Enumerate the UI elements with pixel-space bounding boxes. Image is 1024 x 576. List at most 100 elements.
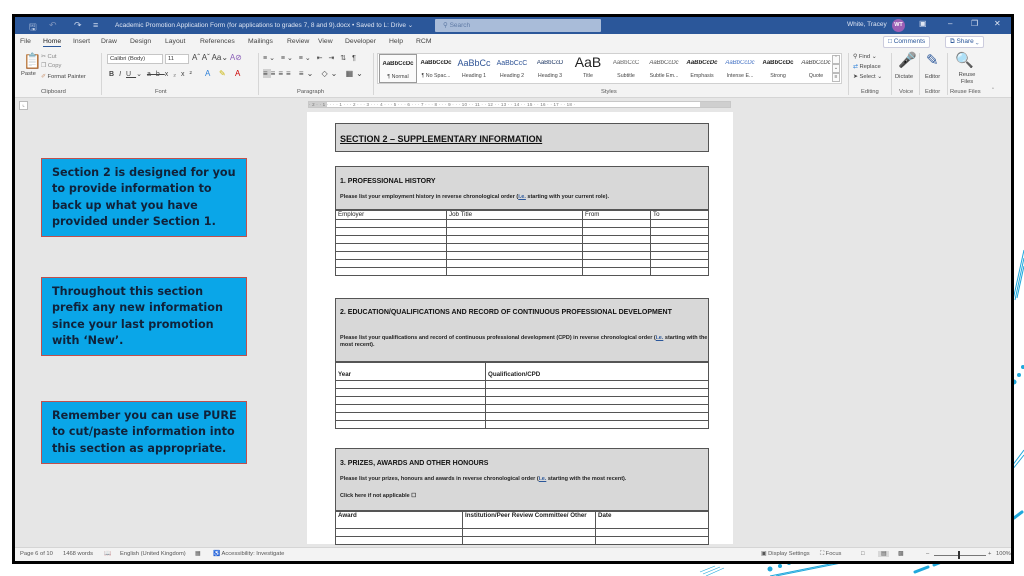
- redo-icon[interactable]: ↷: [74, 20, 82, 31]
- style-heading-1[interactable]: AaBbCc Heading 1: [455, 54, 493, 83]
- comments-button[interactable]: □ Comments: [883, 36, 931, 48]
- reuse-files-icon[interactable]: 🔍: [955, 51, 974, 69]
- replace-button[interactable]: ⇄ Replace: [853, 64, 881, 70]
- table-cell[interactable]: [446, 259, 583, 268]
- page-count[interactable]: Page 6 of 10: [20, 551, 53, 557]
- gallery-scroll-down[interactable]: ⌄: [832, 64, 840, 73]
- read-mode-icon[interactable]: □: [861, 551, 865, 557]
- vertical-scrollbar[interactable]: [740, 112, 746, 544]
- zoom-level[interactable]: 100%: [996, 551, 1011, 557]
- tab-layout[interactable]: Layout: [165, 38, 185, 45]
- word-count[interactable]: 1468 words: [63, 551, 93, 557]
- table-cell[interactable]: [650, 267, 709, 276]
- restore-icon[interactable]: ❐: [971, 19, 978, 28]
- tab-developer[interactable]: Developer: [345, 38, 376, 45]
- table-cell[interactable]: [485, 396, 709, 405]
- table-cell[interactable]: [582, 251, 651, 260]
- table-cell[interactable]: [446, 235, 583, 244]
- select-button[interactable]: ➤ Select ⌄: [853, 74, 882, 80]
- table-cell[interactable]: [650, 243, 709, 252]
- table-cell[interactable]: [335, 243, 447, 252]
- share-button[interactable]: ⧉ Share ⌄: [945, 36, 984, 48]
- table-cell[interactable]: [335, 267, 447, 276]
- alignment-buttons[interactable]: ≡≡≡≡ ≡⌄ ◇⌄ ▦⌄: [263, 69, 366, 78]
- gallery-more[interactable]: ≡: [832, 73, 840, 82]
- style-strong[interactable]: AaBbCcDc Strong: [759, 54, 797, 83]
- style-quote[interactable]: AaBbCcDc Quote: [797, 54, 835, 83]
- table-cell[interactable]: [335, 380, 486, 389]
- table-cell[interactable]: [650, 259, 709, 268]
- tab-view[interactable]: View: [318, 38, 333, 45]
- table-cell[interactable]: [335, 404, 486, 413]
- tab-insert[interactable]: Insert: [73, 38, 90, 45]
- table-cell[interactable]: [582, 219, 651, 228]
- zoom-slider[interactable]: [934, 555, 986, 556]
- editor-icon[interactable]: ✎: [926, 51, 939, 69]
- table-cell[interactable]: [335, 388, 486, 397]
- print-layout-icon[interactable]: ▤: [878, 551, 890, 557]
- style-normal[interactable]: AaBbCcDc ¶ Normal: [379, 54, 417, 83]
- style-heading-3[interactable]: AaBbCcD Heading 3: [531, 54, 569, 83]
- font-name-select[interactable]: Calibri (Body): [107, 54, 163, 64]
- dictate-button[interactable]: Dictate: [895, 74, 913, 80]
- collapse-ribbon-icon[interactable]: ˆ: [992, 88, 994, 94]
- format-painter-button[interactable]: ✐ Format Painter: [41, 74, 86, 80]
- text-effects-icon[interactable]: A: [205, 69, 210, 78]
- tab-draw[interactable]: Draw: [101, 38, 117, 45]
- table-cell[interactable]: [462, 528, 596, 537]
- table-cell[interactable]: [335, 528, 463, 537]
- font-color-icon[interactable]: A: [235, 69, 240, 78]
- table-cell[interactable]: [335, 227, 447, 236]
- tab-mailings[interactable]: Mailings: [248, 38, 273, 45]
- table-cell[interactable]: [485, 420, 709, 429]
- table-cell[interactable]: [335, 259, 447, 268]
- table-cell[interactable]: [582, 243, 651, 252]
- font-format-buttons[interactable]: BIU⌄abx₂x²: [109, 70, 197, 78]
- track-changes-icon[interactable]: ▦: [195, 551, 200, 557]
- not-applicable-checkbox[interactable]: Click here if not applicable ☐: [340, 493, 416, 500]
- table-cell[interactable]: [335, 396, 486, 405]
- accessibility-status[interactable]: ♿ Accessibility: Investigate: [213, 551, 284, 557]
- font-size-select[interactable]: 11: [165, 54, 189, 64]
- style-heading-2[interactable]: AaBbCcC Heading 2: [493, 54, 531, 83]
- zoom-in-button[interactable]: +: [988, 551, 991, 557]
- style-no-spacing[interactable]: AaBbCcDc ¶ No Spac...: [417, 54, 455, 83]
- tab-design[interactable]: Design: [130, 38, 151, 45]
- style-subtle-emphasis[interactable]: AaBbCcDc Subtle Em...: [645, 54, 683, 83]
- find-button[interactable]: ⚲ Find ⌄: [853, 54, 877, 60]
- editor-button[interactable]: Editor: [925, 74, 940, 80]
- minimize-icon[interactable]: –: [948, 19, 952, 28]
- tab-help[interactable]: Help: [389, 38, 403, 45]
- table-cell[interactable]: [485, 404, 709, 413]
- highlight-icon[interactable]: ✎: [219, 69, 226, 78]
- document-title[interactable]: Academic Promotion Application Form (for…: [115, 21, 413, 29]
- table-cell[interactable]: [446, 251, 583, 260]
- table-cell[interactable]: [335, 420, 486, 429]
- proofing-icon[interactable]: 📖: [104, 551, 111, 557]
- table-cell[interactable]: [595, 536, 709, 545]
- tab-file[interactable]: File: [20, 38, 31, 45]
- table-cell[interactable]: [485, 412, 709, 421]
- table-cell[interactable]: [650, 219, 709, 228]
- table-cell[interactable]: [335, 235, 447, 244]
- reuse-files-button[interactable]: Reuse Files: [953, 72, 981, 86]
- table-cell[interactable]: [462, 536, 596, 545]
- microphone-icon[interactable]: 🎤: [898, 51, 917, 69]
- tab-review[interactable]: Review: [287, 38, 309, 45]
- style-title[interactable]: AaB Title: [569, 54, 607, 83]
- tab-rcm[interactable]: RCM: [416, 38, 431, 45]
- table-cell[interactable]: [446, 227, 583, 236]
- table-cell[interactable]: [335, 219, 447, 228]
- zoom-slider-thumb[interactable]: [958, 551, 960, 559]
- table-cell[interactable]: [650, 251, 709, 260]
- customize-qat-icon[interactable]: ≡: [93, 20, 98, 30]
- tab-home[interactable]: Home: [43, 38, 62, 47]
- avatar[interactable]: WT: [892, 19, 905, 32]
- document-page[interactable]: SECTION 2 – SUPPLEMENTARY INFORMATION 1.…: [307, 112, 733, 545]
- clear-format-icon[interactable]: A⊘: [230, 53, 242, 62]
- horizontal-ruler[interactable]: · 2 · · 1 · · · · 1 · · · 2 · · · 3 · · …: [308, 101, 731, 108]
- paste-icon[interactable]: 📋: [23, 52, 42, 70]
- language-indicator[interactable]: English (United Kingdom): [120, 551, 186, 557]
- zoom-out-button[interactable]: –: [926, 551, 929, 557]
- table-cell[interactable]: [446, 219, 583, 228]
